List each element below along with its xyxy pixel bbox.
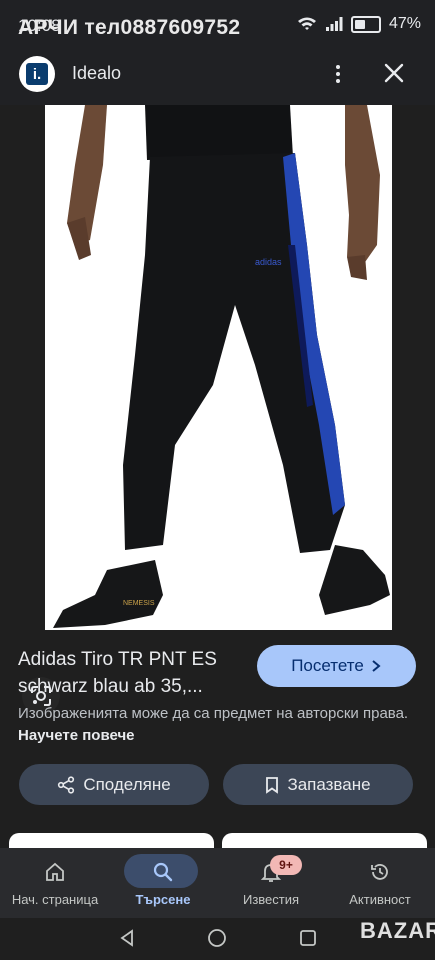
status-icons: 47% [297, 15, 421, 33]
idealo-logo: i. [19, 56, 55, 92]
back-icon[interactable] [117, 928, 137, 948]
shoe-brand-text: NEMESIS [123, 600, 155, 607]
visit-button-label: Посетете [291, 656, 364, 675]
bottom-navigation: Нач. страница Търсене Известия Активност [0, 848, 435, 918]
share-icon [58, 775, 75, 794]
learn-more-link[interactable]: Научете повече [18, 727, 135, 744]
recents-icon[interactable] [298, 928, 318, 948]
search-icon [149, 858, 177, 886]
copyright-notice: Изображенията може да са предмет на авто… [18, 703, 418, 747]
battery-percent: 47% [388, 15, 421, 32]
nav-label-activity: Активност [349, 892, 411, 907]
nav-item-home[interactable]: Нач. страница [0, 848, 110, 918]
app-title: Idealo [72, 63, 122, 83]
battery-icon [350, 15, 381, 33]
nav-label-notifications: Известия [242, 892, 300, 907]
wifi-icon [297, 17, 316, 30]
save-button-label: Запазване [287, 774, 371, 794]
product-illustration: adidas NEMESIS [45, 105, 392, 630]
nav-item-activity[interactable]: Активност [325, 848, 435, 918]
watermark-logo: BAZAR [360, 918, 435, 943]
nav-item-search[interactable]: Търсене [108, 848, 218, 918]
phone-overlay-text: АРЧИ тел0887609752 [18, 16, 241, 39]
visit-button[interactable]: Посетете [257, 645, 416, 687]
signal-icon [325, 17, 343, 31]
share-button-label: Споделяне [83, 774, 171, 794]
more-vert-icon[interactable] [327, 60, 349, 88]
history-icon [366, 858, 394, 886]
idealo-logo-letter: i. [26, 63, 48, 85]
copyright-text: Изображенията може да са предмет на авто… [18, 705, 409, 722]
product-image: adidas NEMESIS [45, 105, 392, 630]
save-button[interactable]: Запазване [223, 764, 413, 805]
chevron-right-icon [372, 660, 381, 672]
notification-badge: 9+ [270, 855, 302, 875]
bookmark-icon [266, 776, 279, 794]
nav-label-home: Нач. страница [11, 892, 99, 907]
image-viewer[interactable]: adidas NEMESIS [0, 105, 435, 715]
share-button[interactable]: Споделяне [19, 764, 209, 805]
home-circle-icon[interactable] [207, 928, 227, 948]
close-icon[interactable] [381, 60, 407, 86]
nav-label-search: Търсене [135, 892, 191, 907]
status-bar: 10:08 АРЧИ тел0887609752 47% [0, 0, 435, 50]
adidas-logo-text: adidas [255, 257, 282, 267]
app-bar: i. Idealo [0, 50, 435, 105]
home-icon [41, 858, 69, 886]
product-title[interactable]: Adidas Tiro TR PNT ES schwarz blau ab 35… [18, 646, 248, 700]
